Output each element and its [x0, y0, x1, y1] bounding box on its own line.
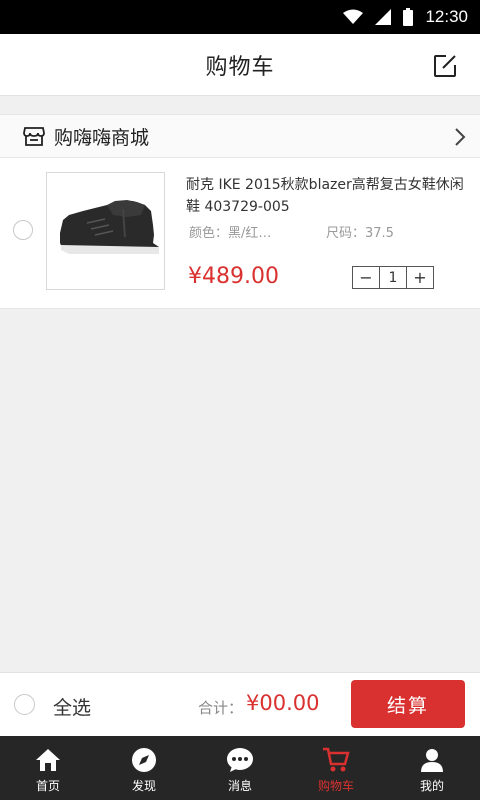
tab-label: 首页: [35, 779, 60, 793]
page-title: 购物车: [205, 54, 275, 80]
edit-icon[interactable]: [432, 53, 458, 79]
cart-icon: [323, 747, 350, 772]
battery-icon: [403, 8, 414, 26]
increment-button[interactable]: +: [407, 267, 433, 288]
product-image[interactable]: [46, 172, 165, 290]
tab-messages[interactable]: 消息: [192, 736, 288, 800]
wifi-icon: [343, 9, 364, 24]
total-label: 合计：: [198, 699, 244, 717]
total-value: ¥00.00: [246, 691, 320, 715]
checkout-bar: 全选 合计： ¥00.00 结算: [0, 672, 480, 736]
tab-cart[interactable]: 购物车: [288, 736, 384, 800]
store-name: 购嗨嗨商城: [54, 126, 150, 149]
select-all-radio[interactable]: [14, 694, 35, 715]
home-icon: [36, 749, 60, 771]
product-color: 颜色：黑/红…: [189, 226, 272, 241]
clock: 12:30: [425, 7, 468, 26]
user-icon: [421, 749, 443, 772]
quantity-field[interactable]: 1: [379, 267, 407, 288]
header-bar: 购物车: [0, 34, 480, 96]
item-select-radio[interactable]: [13, 220, 33, 240]
cart-item[interactable]: 耐克 IKE 2015秋款blazer高帮复古女鞋休闲鞋 403729-005 …: [0, 158, 480, 309]
decrement-button[interactable]: −: [353, 267, 379, 288]
sneaker-image: [60, 200, 159, 254]
chevron-right-icon: [455, 128, 466, 146]
tab-profile[interactable]: 我的: [384, 736, 480, 800]
tab-label: 消息: [227, 779, 252, 793]
compass-icon: [132, 748, 156, 772]
product-size: 尺码：37.5: [326, 226, 394, 241]
tab-label: 发现: [131, 779, 156, 793]
tab-label: 我的: [419, 779, 444, 793]
product-name[interactable]: 耐克 IKE 2015秋款blazer高帮复古女鞋休闲鞋 403729-005: [186, 174, 470, 218]
select-all-label[interactable]: 全选: [53, 693, 91, 720]
chat-icon: [227, 748, 253, 772]
product-price: ¥489.00: [188, 264, 279, 289]
quantity-stepper: − 1 +: [352, 266, 434, 289]
store-header[interactable]: 购嗨嗨商城: [0, 114, 480, 158]
checkout-button[interactable]: 结算: [351, 680, 465, 728]
status-bar: 12:30: [0, 0, 480, 34]
store-icon: [23, 127, 45, 146]
tab-bar: 首页 发现 消息 购物车 我的: [0, 736, 480, 800]
tab-home[interactable]: 首页: [0, 736, 96, 800]
tab-discover[interactable]: 发现: [96, 736, 192, 800]
tab-label: 购物车: [317, 779, 354, 793]
cell-signal-icon: [375, 9, 392, 25]
